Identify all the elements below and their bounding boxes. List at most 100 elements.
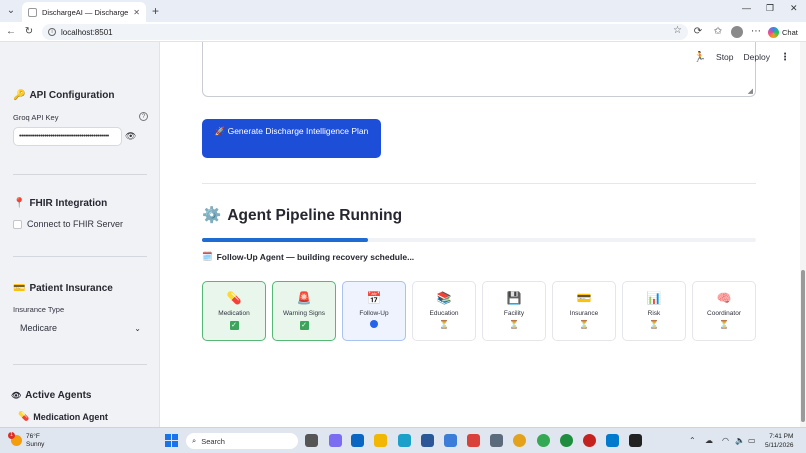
new-tab-plus-icon[interactable]: + — [152, 4, 159, 18]
sidebar-divider — [13, 174, 147, 175]
edge-browser-icon[interactable] — [398, 434, 411, 447]
pill-icon: 💊 — [226, 291, 242, 305]
clock-date: 5/11/2026 — [765, 442, 794, 449]
agent-card-risk: 📊 Risk ⏳ — [622, 281, 686, 341]
api-config-heading: 🔑 API Configuration — [13, 90, 115, 101]
generate-plan-button[interactable]: 🚀 Generate Discharge Intelligence Plan — [202, 119, 381, 158]
agent-card-label: Medication — [218, 310, 250, 317]
status-done: ✓ — [229, 320, 239, 330]
floppy-icon: 💾 — [506, 291, 522, 305]
stop-button[interactable]: Stop — [716, 52, 734, 62]
calculator-icon[interactable] — [490, 434, 503, 447]
show-password-eye-icon[interactable]: 👁 — [125, 131, 136, 142]
agent-list-item: 💊 Medication Agent — [18, 411, 108, 422]
minimize-icon[interactable]: — — [742, 3, 751, 13]
browser-tab[interactable]: DischargeAI — Discharge Planning ✕ — [22, 2, 146, 22]
bar-chart-icon: 📊 — [646, 291, 662, 305]
main-content: ◢ 🏃 Stop Deploy ⋮ 🚀 Generate Discharge I… — [160, 42, 800, 427]
hourglass-icon: ⏳ — [439, 320, 449, 329]
address-bar[interactable]: i localhost:8501 ☆ — [42, 24, 688, 40]
search-placeholder: Search — [201, 436, 225, 446]
status-pending: ⏳ — [509, 320, 519, 330]
calendar-icon: 📅 — [366, 291, 382, 305]
maximize-icon[interactable]: ❐ — [766, 3, 774, 14]
sidebar-divider — [13, 256, 147, 257]
groq-api-key-input[interactable]: ••••••••••••••••••••••••••••••••••••••••… — [13, 127, 122, 146]
credit-card-icon: 💳 — [13, 283, 26, 294]
tray-chevron-up-icon[interactable]: ⌃ — [689, 436, 696, 445]
wifi-icon[interactable]: ◠ — [722, 436, 729, 445]
copilot-chat-button[interactable]: Chat — [768, 25, 798, 39]
chevron-down-icon: ⌄ — [134, 323, 141, 333]
rocket-icon: 🚀 — [214, 126, 226, 136]
search-icon: ⌕ — [192, 436, 197, 445]
agent-card-label: Follow-Up — [359, 310, 389, 317]
tab-close-icon[interactable]: ✕ — [133, 8, 140, 17]
hourglass-icon: ⏳ — [509, 320, 519, 329]
progress-fill — [202, 238, 369, 242]
agent-card-medication: 💊 Medication ✓ — [202, 281, 266, 341]
snipping-tool-icon[interactable] — [467, 434, 480, 447]
weather-widget[interactable]: 1 76°F Sunny — [8, 432, 44, 448]
back-arrow-icon[interactable]: ← — [4, 25, 18, 39]
brain-icon: 🧠 — [716, 291, 732, 305]
status-pending: ⏳ — [719, 320, 729, 330]
chrome-profile-icon[interactable] — [537, 434, 550, 447]
store-icon[interactable] — [421, 434, 434, 447]
gear-icon: ⚙️ — [202, 207, 222, 224]
bookmark-star-icon[interactable]: ☆ — [673, 25, 682, 36]
status-pending: ⏳ — [649, 320, 659, 330]
agent-card-label: Warning Signs — [282, 310, 326, 317]
weather-badge: 1 — [8, 432, 15, 439]
deploy-button[interactable]: Deploy — [744, 52, 770, 62]
volume-icon[interactable]: 🔈 — [735, 436, 745, 445]
clock-time: 7:41 PM — [769, 433, 794, 440]
checkbox-box[interactable] — [13, 219, 22, 229]
site-info-icon[interactable]: i — [48, 28, 56, 36]
main-menu-icon[interactable]: ⋮ — [780, 52, 790, 63]
status-pending: ⏳ — [579, 320, 589, 330]
copilot-logo-icon — [768, 26, 779, 38]
terminal-icon[interactable] — [629, 434, 642, 447]
check-icon: ✓ — [299, 321, 309, 330]
more-options-icon[interactable]: ⋯ — [749, 25, 763, 39]
window-close-icon[interactable]: ✕ — [790, 3, 798, 14]
chrome-icon[interactable] — [513, 434, 526, 447]
clinical-notes-textarea[interactable]: ◢ — [202, 42, 756, 97]
taskbar-clock[interactable]: 7:41 PM 5/11/2026 — [765, 432, 793, 450]
groq-key-label: Groq API Key — [13, 113, 59, 122]
battery-icon[interactable]: ▭ — [748, 436, 756, 445]
refresh-page-icon[interactable]: ⟳ — [691, 25, 705, 39]
taskbar-search[interactable]: ⌕ Search — [186, 433, 298, 449]
page-scrollbar[interactable] — [800, 42, 806, 427]
agent-card-label: Facility — [503, 310, 525, 317]
agent-card-follow-up: 📅 Follow-Up — [342, 281, 406, 341]
sun-icon: 1 — [8, 432, 22, 446]
chrome-profile-icon[interactable] — [560, 434, 573, 447]
scrollbar-thumb[interactable] — [801, 270, 805, 422]
running-man-icon: 🏃 — [693, 51, 707, 63]
favorites-icon[interactable]: ✩ — [711, 25, 725, 39]
tab-list-chevron-icon[interactable]: ⌄ — [4, 4, 18, 18]
reload-icon[interactable]: ↻ — [22, 25, 36, 39]
status-done: ✓ — [299, 320, 309, 330]
chrome-profile-icon[interactable] — [583, 434, 596, 447]
task-view-icon[interactable] — [305, 434, 318, 447]
insurance-type-select[interactable]: Medicare ⌄ — [13, 318, 147, 338]
resize-handle-icon[interactable]: ◢ — [748, 87, 753, 95]
pipeline-status: 🗓️ Follow-Up Agent — building recovery s… — [202, 251, 415, 262]
sidebar-divider — [13, 364, 147, 365]
tray-cloud-icon[interactable]: ☁ — [705, 436, 713, 445]
fhir-connect-checkbox[interactable]: Connect to FHIR Server — [13, 219, 123, 229]
windows-start-icon[interactable] — [165, 434, 178, 447]
help-icon[interactable]: ? — [139, 112, 148, 121]
pipeline-heading: ⚙️ Agent Pipeline Running — [202, 206, 403, 225]
hourglass-icon: ⏳ — [579, 320, 589, 329]
windows-taskbar: 1 76°F Sunny ⌕ Search ⌃ ☁ ◠ 🔈 ▭ 7:41 PM … — [0, 427, 806, 453]
file-explorer-icon[interactable] — [374, 434, 387, 447]
outlook-icon[interactable] — [351, 434, 364, 447]
vscode-icon[interactable] — [606, 434, 619, 447]
copilot-app-icon[interactable] — [329, 434, 342, 447]
notepad-icon[interactable] — [444, 434, 457, 447]
profile-avatar[interactable] — [731, 26, 743, 38]
